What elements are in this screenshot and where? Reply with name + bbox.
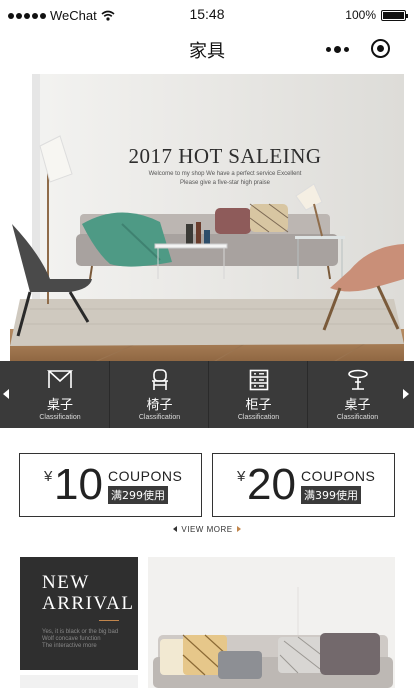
cabinet-icon (249, 369, 268, 391)
coupon-amount: 20 (247, 460, 296, 509)
accent-divider (99, 620, 119, 621)
hero-banner[interactable]: 2017 HOT SALEING Welcome to my shop We h… (10, 74, 404, 364)
category-sub: Classification (138, 414, 181, 421)
currency-symbol: ¥ (44, 468, 53, 485)
arrival-desc-line: Wolf concave function (42, 636, 101, 642)
close-miniprogram-icon[interactable] (371, 39, 390, 58)
category-sub: Classification (237, 414, 280, 421)
category-sub: Classification (336, 414, 379, 421)
category-item-chair[interactable]: 椅子 Classification (109, 361, 209, 428)
nav-bar: 家具 (0, 30, 414, 68)
view-more-link[interactable]: VIEW MORE (0, 525, 414, 534)
coupon-title: COUPONS (301, 468, 376, 484)
coupon-card[interactable]: ¥ 20 COUPONS 满399使用 (212, 453, 395, 517)
more-menu-icon[interactable] (326, 46, 349, 53)
new-arrival-card[interactable]: NEW ARRIVAL Yes, it is black or the big … (20, 557, 138, 670)
category-bar: 桌子 Classification 椅子 Classification 柜子 C… (0, 361, 414, 428)
arrow-left-icon (173, 526, 178, 532)
living-room-image (10, 74, 404, 364)
category-label: 柜子 (245, 398, 272, 413)
category-sub: Classification (39, 414, 81, 421)
chair-icon (151, 369, 168, 390)
coupon-card[interactable]: ¥ 10 COUPONS 满299使用 (19, 453, 202, 517)
status-bar: WeChat 15:48 100% (0, 0, 414, 30)
arrival-desc-line: Yes, it is black or the big bad (42, 629, 119, 635)
category-label: 椅子 (146, 398, 173, 413)
arrival-title-line2: ARRIVAL (42, 593, 135, 614)
coupon-condition: 满399使用 (301, 486, 361, 504)
scroll-left-icon[interactable] (3, 389, 9, 399)
currency-symbol: ¥ (237, 468, 246, 485)
coupon-amount: 10 (54, 460, 103, 509)
category-label: 桌子 (344, 398, 371, 413)
category-item-cabinet[interactable]: 柜子 Classification (208, 361, 308, 428)
battery-icon (381, 9, 408, 21)
arrival-desc-line: The interactive more (42, 643, 97, 649)
coupon-title: COUPONS (108, 468, 183, 484)
view-more-label: VIEW MORE (181, 525, 233, 534)
sofa-image (148, 557, 395, 688)
round-table-icon (347, 369, 368, 390)
category-item-table[interactable]: 桌子 Classification (10, 361, 110, 428)
hero-subtitle-1: Welcome to my shop We have a perfect ser… (148, 171, 302, 177)
table-icon (47, 370, 73, 388)
hero-title: 2017 HOT SALEING (128, 144, 322, 168)
arrival-title-line1: NEW (42, 572, 90, 593)
hero-subtitle-2: Please give a five-star high praise (179, 180, 271, 186)
coupon-condition: 满299使用 (108, 486, 168, 504)
category-label: 桌子 (46, 398, 73, 413)
battery-percent: 100% (345, 8, 376, 22)
arrival-description: Yes, it is black or the big bad Wolf con… (42, 629, 122, 650)
page-title: 家具 (189, 41, 225, 62)
battery-status: 100% (345, 8, 408, 22)
arrow-right-icon (236, 526, 241, 532)
scroll-right-icon[interactable] (403, 389, 409, 399)
product-card-placeholder[interactable] (20, 675, 138, 688)
category-item-round-table[interactable]: 桌子 Classification (307, 361, 407, 428)
featured-product-image[interactable] (148, 557, 395, 688)
